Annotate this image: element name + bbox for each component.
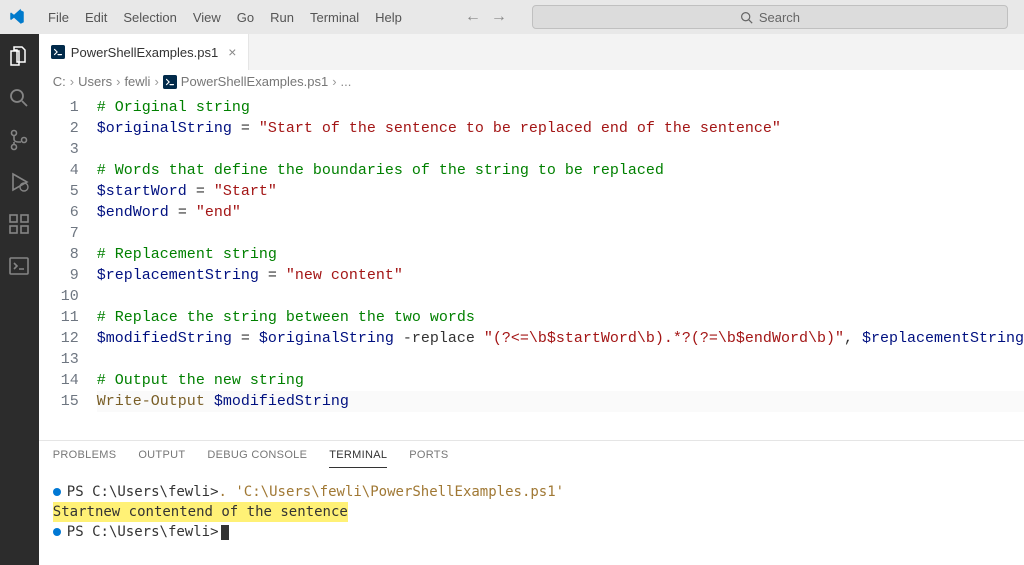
- menu-file[interactable]: File: [40, 6, 77, 29]
- panel-tabs: PROBLEMS OUTPUT DEBUG CONSOLE TERMINAL PORTS: [39, 441, 1024, 468]
- terminal-command: . 'C:\Users\fewli\PowerShellExamples.ps1…: [219, 482, 565, 502]
- code-line[interactable]: # Words that define the boundaries of th…: [97, 160, 1024, 181]
- line-gutter: 123456789101112131415: [39, 97, 97, 440]
- code-line[interactable]: $originalString = "Start of the sentence…: [97, 118, 1024, 139]
- chevron-right-icon: ›: [332, 74, 336, 89]
- menu-selection[interactable]: Selection: [115, 6, 184, 29]
- code-line[interactable]: $endWord = "end": [97, 202, 1024, 223]
- explorer-icon[interactable]: [7, 44, 31, 68]
- menu-terminal[interactable]: Terminal: [302, 6, 367, 29]
- chevron-right-icon: ›: [154, 74, 158, 89]
- vscode-logo-icon: [8, 8, 26, 26]
- panel-tab-output[interactable]: OUTPUT: [138, 449, 185, 468]
- command-center[interactable]: Search: [532, 5, 1008, 29]
- code-line[interactable]: # Replacement string: [97, 244, 1024, 265]
- code-line[interactable]: Write-Output $modifiedString: [97, 391, 1024, 412]
- code-line[interactable]: [97, 286, 1024, 307]
- code-line[interactable]: # Replace the string between the two wor…: [97, 307, 1024, 328]
- search-placeholder: Search: [759, 10, 800, 25]
- close-icon[interactable]: ×: [228, 44, 236, 60]
- terminal-line: PS C:\Users\fewli> . 'C:\Users\fewli\Pow…: [53, 482, 1010, 502]
- menu-edit[interactable]: Edit: [77, 6, 115, 29]
- terminal-output-highlight: Startnew contentend of the sentence: [53, 502, 348, 522]
- search-icon: [740, 11, 753, 24]
- code-line[interactable]: # Output the new string: [97, 370, 1024, 391]
- breadcrumb[interactable]: C: › Users › fewli › PowerShellExamples.…: [39, 70, 1024, 93]
- chevron-right-icon: ›: [116, 74, 120, 89]
- bottom-panel: PROBLEMS OUTPUT DEBUG CONSOLE TERMINAL PORTS…: [39, 440, 1024, 565]
- code-line[interactable]: [97, 139, 1024, 160]
- terminal-prompt: PS C:\Users\fewli>: [67, 482, 219, 502]
- breadcrumb-file[interactable]: PowerShellExamples.ps1: [163, 74, 328, 89]
- menu-help[interactable]: Help: [367, 6, 410, 29]
- panel-tab-problems[interactable]: PROBLEMS: [53, 449, 117, 468]
- source-control-icon[interactable]: [7, 128, 31, 152]
- run-debug-icon[interactable]: [7, 170, 31, 194]
- terminal-line: PS C:\Users\fewli>: [53, 522, 1010, 542]
- terminal-icon[interactable]: [7, 254, 31, 278]
- editor-tabs: PowerShellExamples.ps1 ×: [39, 34, 1024, 70]
- extensions-icon[interactable]: [7, 212, 31, 236]
- breadcrumb-part[interactable]: C:: [53, 74, 66, 89]
- menu-run[interactable]: Run: [262, 6, 302, 29]
- code-line[interactable]: [97, 223, 1024, 244]
- prompt-bullet-icon: [53, 488, 61, 496]
- powershell-file-icon: [163, 75, 177, 89]
- nav-arrows: ← →: [464, 8, 508, 26]
- tab-powershell-examples[interactable]: PowerShellExamples.ps1 ×: [39, 34, 250, 70]
- menu-view[interactable]: View: [185, 6, 229, 29]
- breadcrumb-ellipsis[interactable]: ...: [341, 74, 352, 89]
- terminal-cursor: [221, 525, 229, 540]
- terminal-line: Startnew contentend of the sentence: [53, 502, 1010, 522]
- code-line[interactable]: [97, 349, 1024, 370]
- terminal-prompt: PS C:\Users\fewli>: [67, 522, 219, 542]
- chevron-right-icon: ›: [70, 74, 74, 89]
- code-line[interactable]: $startWord = "Start": [97, 181, 1024, 202]
- terminal-output[interactable]: PS C:\Users\fewli> . 'C:\Users\fewli\Pow…: [39, 468, 1024, 565]
- nav-back-icon[interactable]: ←: [464, 8, 482, 26]
- code-editor[interactable]: 123456789101112131415 # Original string$…: [39, 93, 1024, 440]
- breadcrumb-part[interactable]: Users: [78, 74, 112, 89]
- panel-tab-ports[interactable]: PORTS: [409, 449, 448, 468]
- code-line[interactable]: $replacementString = "new content": [97, 265, 1024, 286]
- activity-bar: [0, 34, 39, 565]
- menu-go[interactable]: Go: [229, 6, 262, 29]
- nav-forward-icon[interactable]: →: [490, 8, 508, 26]
- powershell-file-icon: [51, 45, 65, 59]
- prompt-bullet-icon: [53, 528, 61, 536]
- code-line[interactable]: $modifiedString = $originalString -repla…: [97, 328, 1024, 349]
- menu-bar: FileEditSelectionViewGoRunTerminalHelp: [40, 6, 410, 29]
- panel-tab-debug-console[interactable]: DEBUG CONSOLE: [207, 449, 307, 468]
- panel-tab-terminal[interactable]: TERMINAL: [329, 449, 387, 468]
- search-activity-icon[interactable]: [7, 86, 31, 110]
- code-content[interactable]: # Original string$originalString = "Star…: [97, 97, 1024, 440]
- breadcrumb-part[interactable]: fewli: [124, 74, 150, 89]
- tab-label: PowerShellExamples.ps1: [71, 45, 218, 60]
- code-line[interactable]: # Original string: [97, 97, 1024, 118]
- titlebar: FileEditSelectionViewGoRunTerminalHelp ←…: [0, 0, 1024, 34]
